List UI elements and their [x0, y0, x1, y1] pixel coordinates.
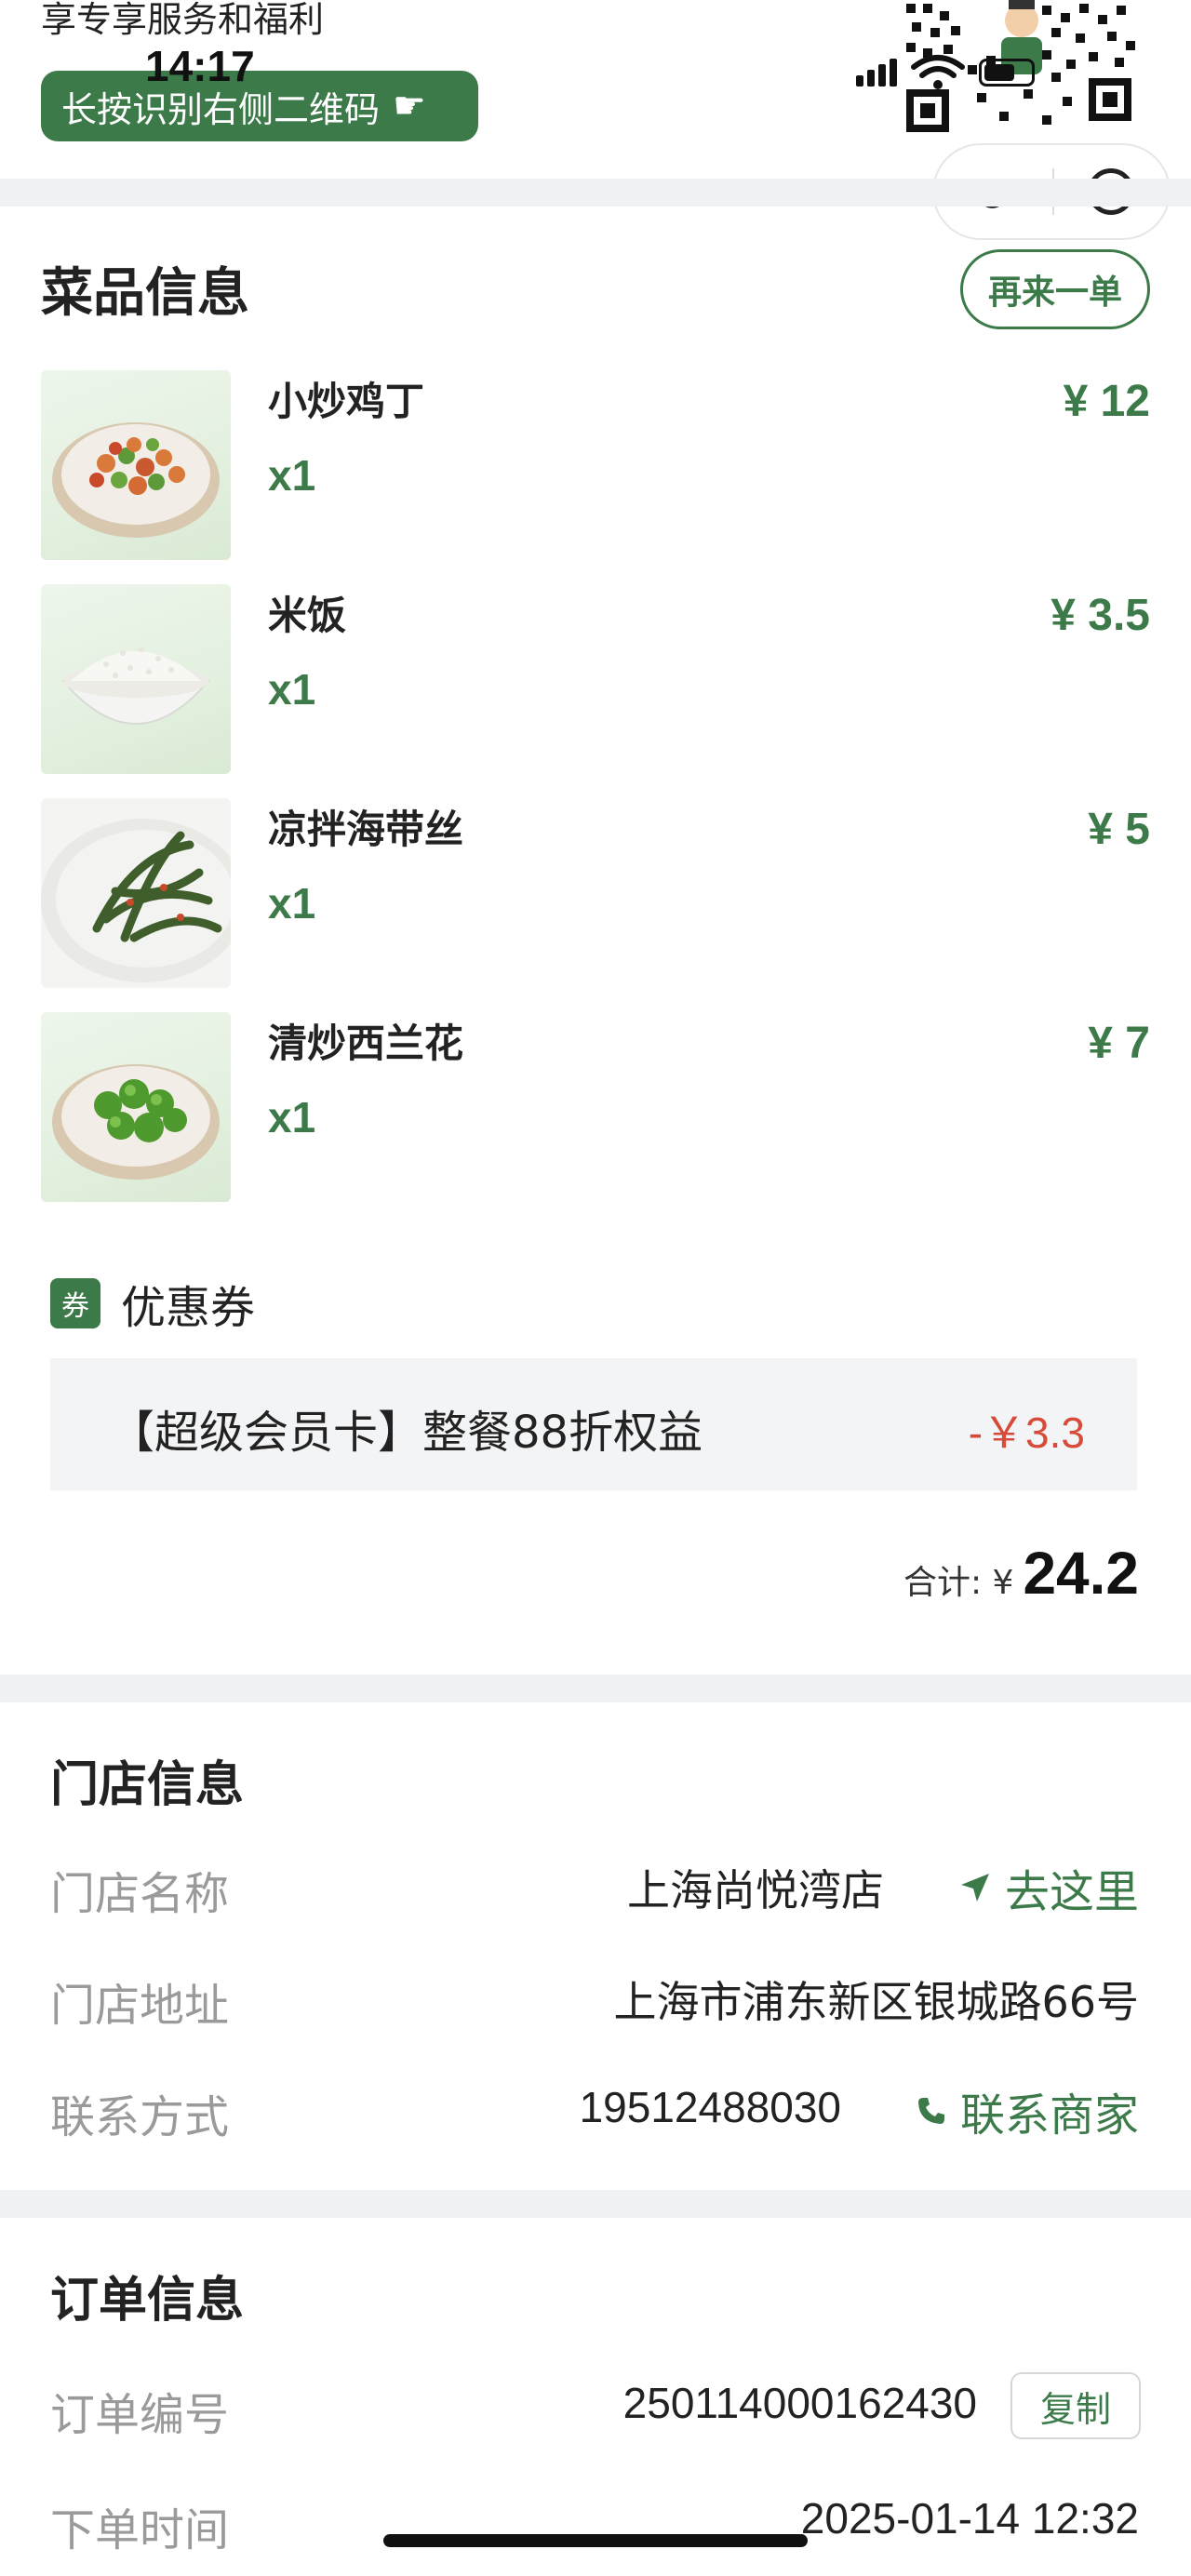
coupon-label: 优惠券	[121, 1282, 256, 1334]
coupon-tag-icon: 券	[50, 1278, 100, 1328]
dish-quantity: x1	[268, 879, 316, 928]
order-title: 订单信息	[50, 2273, 245, 2329]
status-time: 14:17	[145, 42, 255, 90]
order-total: 合计: ¥ 24.2	[903, 1539, 1139, 1608]
dish-image	[41, 370, 231, 560]
coupon-discount: -￥3.3	[968, 1408, 1085, 1457]
store-address-label: 门店地址	[50, 1980, 230, 2032]
pointing-hand-icon: ☛	[393, 85, 426, 127]
promo-text: 享专享服务和福利	[41, 0, 325, 40]
total-label: 合计: ¥	[903, 1564, 1014, 1602]
dish-image	[41, 1012, 231, 1202]
navigate-label: 去这里	[1004, 1866, 1139, 1918]
dish-image	[41, 798, 231, 988]
coupon-card[interactable]: 【超级会员卡】整餐88折权益 -￥3.3	[50, 1358, 1137, 1490]
dish-price: ¥ 3.5	[1050, 591, 1150, 640]
dish-name: 凉拌海带丝	[268, 807, 464, 852]
dish-item[interactable]: 清炒西兰花 x1 ¥ 7	[41, 1012, 1150, 1204]
dishes-title: 菜品信息	[41, 263, 249, 324]
dish-name: 清炒西兰花	[268, 1021, 464, 1066]
dish-item[interactable]: 小炒鸡丁 x1 ¥ 12	[41, 370, 1150, 562]
dish-price: ¥ 12	[1063, 377, 1150, 426]
total-value: 24.2	[1023, 1540, 1139, 1607]
dish-price: ¥ 5	[1088, 805, 1150, 854]
contact-phone-value: 19512488030	[579, 2083, 841, 2131]
coupon-header: 券 优惠券	[50, 1271, 255, 1336]
dish-image	[41, 584, 231, 774]
contact-label: 联系方式	[50, 2091, 230, 2143]
store-name-value: 上海尚悦湾店	[627, 1865, 884, 1915]
store-title: 门店信息	[50, 1757, 245, 1813]
phone-icon	[917, 2098, 944, 2124]
dish-price: ¥ 7	[1088, 1019, 1150, 1068]
copy-button[interactable]: 复制	[1010, 2372, 1141, 2439]
wifi-icon	[910, 54, 966, 91]
dish-quantity: x1	[268, 665, 316, 714]
reorder-button[interactable]: 再来一单	[960, 249, 1150, 329]
dish-name: 米饭	[268, 593, 347, 638]
status-icons	[856, 54, 1035, 91]
battery-icon	[979, 59, 1035, 87]
order-time-value: 2025-01-14 12:32	[800, 2494, 1139, 2543]
section-divider	[0, 1675, 1191, 1702]
cellular-signal-icon	[856, 59, 897, 87]
dish-quantity: x1	[268, 451, 316, 500]
order-time-label: 下单时间	[50, 2504, 230, 2556]
home-indicator[interactable]	[383, 2534, 808, 2547]
dish-name: 小炒鸡丁	[268, 379, 425, 424]
section-divider	[0, 2190, 1191, 2218]
contact-merchant-button[interactable]: 联系商家	[916, 2078, 1139, 2143]
dish-item[interactable]: 凉拌海带丝 x1 ¥ 5	[41, 798, 1150, 990]
navigate-button[interactable]: 去这里	[958, 1855, 1139, 1920]
order-number-value: 250114000162430	[622, 2379, 977, 2427]
order-number-label: 订单编号	[50, 2389, 230, 2441]
scan-qr-button[interactable]: 长按识别右侧二维码 ☛	[41, 71, 478, 141]
store-name-label: 门店名称	[50, 1868, 230, 1920]
contact-merchant-label: 联系商家	[959, 2089, 1139, 2142]
navigation-arrow-icon	[960, 1874, 989, 1902]
coupon-name: 【超级会员卡】整餐88折权益	[110, 1407, 703, 1459]
dish-item[interactable]: 米饭 x1 ¥ 3.5	[41, 584, 1150, 776]
store-address-value: 上海市浦东新区银城路66号	[613, 1977, 1139, 2027]
section-divider	[0, 179, 1191, 207]
dish-quantity: x1	[268, 1093, 316, 1141]
